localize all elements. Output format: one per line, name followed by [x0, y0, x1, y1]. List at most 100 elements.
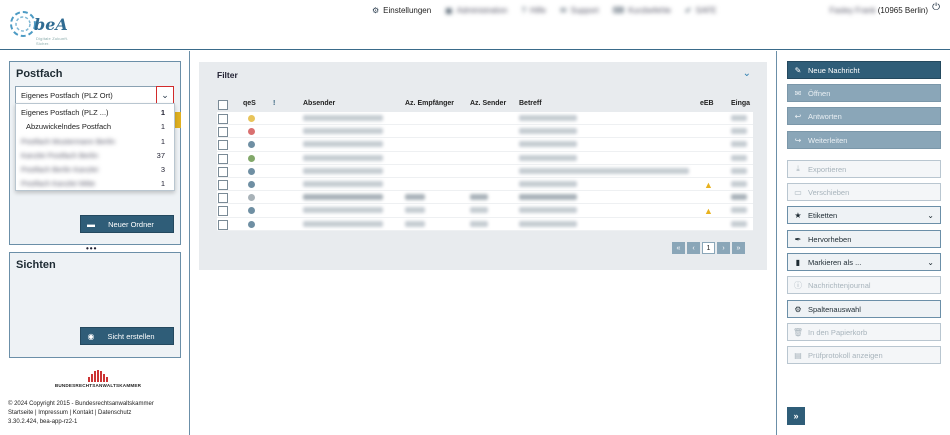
chevron-down-icon: ⌄ — [927, 258, 934, 267]
col-subject[interactable]: Betreff — [519, 100, 542, 107]
reply-button[interactable]: ↩ Antworten — [787, 107, 941, 125]
table-row[interactable] — [217, 191, 753, 205]
prev-page-button[interactable]: ‹ — [687, 242, 700, 254]
forward-button[interactable]: ↪ Weiterleiten — [787, 131, 941, 149]
message-list-panel: Filter ⌄ qeS ! Absender Az. Empfänger Az… — [199, 62, 767, 270]
row-checkbox[interactable] — [218, 140, 228, 151]
dropdown-option[interactable]: Postfach Berlin Kanzlei 3 — [21, 165, 173, 177]
trash-button[interactable]: 🗑 In den Papierkorb — [787, 323, 941, 341]
col-received[interactable]: Einga — [731, 100, 750, 107]
row-checkbox[interactable] — [218, 153, 228, 164]
col-sender-ref[interactable]: Az. Sender — [470, 100, 506, 107]
bea-logo[interactable]: beA Digitale Zukunft. Sicher. — [8, 6, 70, 46]
row-checkbox[interactable] — [218, 179, 228, 190]
row-checkbox[interactable] — [218, 219, 228, 230]
table-row[interactable]: ▲ — [217, 204, 753, 218]
dropdown-option[interactable]: Kanzlei Postfach Berlin 37 — [21, 151, 173, 163]
postfach-select-toggle[interactable]: ⌄ — [156, 86, 174, 104]
last-page-button[interactable]: » — [732, 242, 745, 254]
col-qes[interactable]: qeS — [243, 100, 256, 107]
signature-status-icon — [248, 115, 255, 122]
audit-log-button[interactable]: ▤ Prüfprotokoll anzeigen — [787, 346, 941, 364]
forward-button-label: Weiterleiten — [808, 135, 848, 145]
trash-button-label: In den Papierkorb — [808, 327, 868, 337]
mark-as-button[interactable]: ▮ Markieren als ... ⌄ — [787, 253, 941, 271]
row-checkbox[interactable] — [218, 193, 228, 204]
unread-marker — [175, 112, 181, 128]
option-label: Abzuwickelndes Postfach — [26, 122, 112, 131]
table-row[interactable] — [217, 112, 753, 126]
col-priority[interactable]: ! — [273, 100, 275, 107]
create-view-button[interactable]: ◉ Sicht erstellen — [80, 327, 174, 345]
col-eeb[interactable]: eEB — [700, 100, 714, 107]
highlight-button[interactable]: ✒ Hervorheben — [787, 230, 941, 248]
redacted-cell — [303, 154, 383, 161]
message-table: qeS ! Absender Az. Empfänger Az. Sender … — [217, 98, 753, 231]
dropdown-option[interactable]: Abzuwickelndes Postfach 1 — [26, 122, 173, 134]
table-row[interactable] — [217, 125, 753, 139]
table-row[interactable]: ▲ — [217, 177, 753, 192]
signature-status-icon — [248, 207, 255, 215]
current-page[interactable]: 1 — [702, 242, 715, 254]
row-checkbox[interactable] — [218, 206, 228, 217]
dropdown-option[interactable]: Postfach Kanzlei Mitte 1 — [21, 179, 173, 191]
nav-help[interactable]: ? Hilfe — [521, 3, 545, 17]
col-recipient-ref[interactable]: Az. Empfänger — [405, 100, 454, 107]
row-checkbox[interactable] — [218, 127, 228, 138]
filter-toggle-chevron-icon[interactable]: ⌄ — [743, 68, 751, 79]
postfach-select[interactable]: Eigenes Postfach (PLZ Ort) ⌄ — [15, 86, 174, 104]
new-message-button-label: Neue Nachricht — [808, 65, 860, 75]
nav-settings[interactable]: ⚙ Einstellungen — [372, 3, 431, 17]
row-checkbox[interactable] — [218, 114, 228, 124]
nav-administration[interactable]: ▣ Administration — [445, 3, 507, 17]
option-label: Postfach Kanzlei Mitte — [21, 179, 96, 188]
expand-sidebar-button[interactable]: » — [787, 407, 805, 425]
columns-button[interactable]: ⚙ Spaltenauswahl — [787, 300, 941, 318]
redacted-cell — [731, 167, 747, 174]
table-row[interactable] — [217, 138, 753, 152]
new-folder-button[interactable]: ▬ Neuer Ordner — [80, 215, 174, 233]
redacted-cell — [303, 207, 383, 214]
marker-icon: ✒ — [794, 234, 802, 244]
open-button[interactable]: ✉ Öffnen — [787, 84, 941, 102]
table-row[interactable] — [217, 164, 753, 178]
footer-links[interactable]: Startseite | Impressum | Kontakt | Daten… — [8, 409, 154, 418]
nav-shortcuts[interactable]: ⌨ Kurzbefehle — [613, 3, 671, 17]
trash-icon: 🗑 — [792, 327, 804, 337]
move-button[interactable]: ▭ Verschieben — [787, 183, 941, 201]
top-bar: beA Digitale Zukunft. Sicher. ⚙ Einstell… — [0, 0, 950, 50]
version: 3.30.2.424, bea-app-rz2-1 — [8, 419, 78, 425]
select-all-checkbox[interactable] — [218, 100, 228, 110]
dropdown-option[interactable]: Eigenes Postfach (PLZ ...) 1 — [21, 108, 173, 120]
col-sender[interactable]: Absender — [303, 100, 335, 107]
redacted-cell — [519, 194, 577, 201]
move-button-label: Verschieben — [808, 187, 850, 197]
redacted-cell — [731, 154, 747, 161]
message-journal-button[interactable]: ⓘ Nachrichtenjournal — [787, 276, 941, 294]
next-page-button[interactable]: › — [717, 242, 730, 254]
dropdown-option[interactable]: Postfach Mustermann Berlin 1 — [21, 137, 173, 149]
redacted-cell — [731, 194, 747, 201]
redacted-cell — [731, 220, 747, 227]
redacted-cell — [470, 220, 488, 227]
filter-title: Filter — [217, 70, 238, 80]
signature-status-icon — [248, 167, 255, 175]
option-count: 1 — [160, 179, 165, 188]
redacted-cell — [731, 180, 747, 187]
labels-button[interactable]: ★ Etiketten ⌄ — [787, 206, 941, 224]
table-row[interactable] — [217, 217, 753, 231]
new-message-button[interactable]: ✎ Neue Nachricht — [787, 61, 941, 79]
table-row[interactable] — [217, 151, 753, 165]
signature-status-icon — [248, 141, 255, 149]
nav-safe[interactable]: ✔ SAFE — [685, 3, 717, 17]
document-icon: ▤ — [794, 350, 802, 360]
logout-power-icon[interactable]: ⏻ — [932, 2, 940, 13]
export-button[interactable]: ⤓ Exportieren — [787, 160, 941, 178]
row-checkbox[interactable] — [218, 166, 228, 177]
redacted-cell — [519, 141, 577, 148]
first-page-button[interactable]: « — [672, 242, 685, 254]
nav-support[interactable]: ✉ Support — [560, 3, 599, 17]
user-info[interactable]: Fasley Frank (10965 Berlin) — [830, 3, 928, 17]
shortcuts-icon: ⌨ — [612, 5, 625, 15]
reply-icon: ↩ — [794, 111, 802, 121]
